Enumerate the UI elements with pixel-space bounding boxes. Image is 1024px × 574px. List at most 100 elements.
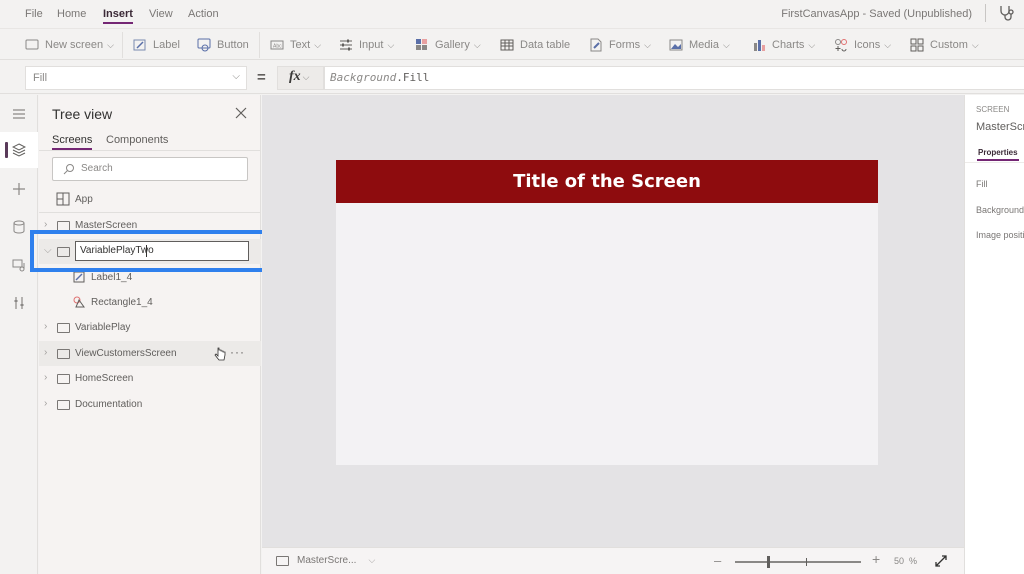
tree-item-label: Label1_4: [91, 272, 133, 283]
button-button[interactable]: Button: [197, 36, 249, 54]
menu-view[interactable]: View: [149, 8, 173, 20]
menu-action[interactable]: Action: [188, 8, 219, 20]
properties-panel: SCREEN MasterScreen Properties Fill Back…: [964, 95, 1024, 574]
media-dropdown[interactable]: Media ⌵: [669, 36, 730, 54]
chevron-down-icon: ⌵: [302, 72, 310, 82]
rename-screen-input[interactable]: VariablePlayTwo: [75, 241, 249, 261]
chevron-down-icon: ⌵: [387, 39, 395, 50]
property-background-image[interactable]: Background image: [976, 205, 1024, 215]
tree-item-control[interactable]: Label1_4: [39, 265, 261, 290]
icons-dropdown[interactable]: Icons ⌵: [834, 36, 891, 54]
tab-screens[interactable]: Screens: [52, 134, 93, 150]
more-options-icon[interactable]: ···: [230, 345, 245, 359]
zoom-level: 50 %: [894, 556, 917, 566]
label-button-label: Label: [153, 39, 180, 51]
property-dropdown[interactable]: Fill ⌵: [25, 66, 247, 90]
media-button[interactable]: [0, 247, 38, 283]
hamburger-menu-button[interactable]: [0, 96, 38, 132]
input-dropdown[interactable]: Input ⌵: [339, 36, 394, 54]
screen-icon: [57, 374, 70, 384]
menu-home[interactable]: Home: [57, 8, 86, 20]
input-dropdown-label: Input: [359, 39, 384, 51]
gallery-dropdown[interactable]: Gallery ⌵: [415, 36, 481, 54]
chevron-down-icon: ⌵: [368, 555, 376, 565]
label-icon: [133, 38, 147, 52]
screen-picker-value: MasterScre...: [297, 555, 357, 566]
advanced-tools-button[interactable]: [0, 285, 38, 321]
tree-item-app[interactable]: App: [39, 187, 261, 212]
media-rail-icon: [12, 259, 25, 272]
app-icon: [56, 192, 70, 206]
selected-type-label: SCREEN: [976, 105, 1010, 114]
label-button[interactable]: Label: [133, 36, 180, 54]
data-table-button[interactable]: Data table: [500, 36, 570, 54]
forms-icon: [589, 38, 603, 52]
fit-to-window-icon[interactable]: [934, 554, 948, 568]
left-rail: [0, 95, 38, 574]
chevron-right-icon[interactable]: ›: [44, 372, 54, 384]
zoom-slider[interactable]: [735, 556, 861, 568]
tree-item-screen[interactable]: › ViewCustomersScreen: [39, 341, 261, 366]
search-placeholder: Search: [81, 163, 113, 174]
icons-icon: [834, 38, 848, 52]
chevron-right-icon[interactable]: ›: [44, 219, 54, 231]
property-image-position[interactable]: Image position: [976, 230, 1024, 240]
screen-icon: [276, 555, 289, 566]
close-icon[interactable]: [233, 105, 249, 121]
tree-item-screen[interactable]: › VariablePlay: [39, 315, 261, 340]
menu-file[interactable]: File: [25, 8, 43, 20]
tree-view-button[interactable]: [0, 132, 38, 168]
insert-button[interactable]: [0, 171, 38, 207]
charts-dropdown[interactable]: Charts ⌵: [752, 36, 815, 54]
tree-item-screen[interactable]: › Documentation: [39, 392, 261, 417]
tree-item-control[interactable]: Rectangle1_4: [39, 290, 261, 315]
tab-components[interactable]: Components: [106, 134, 168, 146]
canvas-area: Title of the Screen: [262, 95, 964, 547]
charts-icon: [752, 38, 766, 52]
zoom-out-button[interactable]: –: [714, 553, 721, 568]
layers-icon: [12, 143, 26, 157]
screen-icon: [57, 400, 70, 410]
app-checker-stethoscope-icon[interactable]: [998, 4, 1018, 22]
data-table-label: Data table: [520, 39, 571, 51]
app-screen-preview[interactable]: Title of the Screen: [336, 160, 878, 465]
chevron-down-icon: ⌵: [644, 39, 651, 50]
screen-icon: [57, 247, 70, 257]
formula-input[interactable]: Background.Fill: [324, 66, 1024, 90]
chevron-right-icon[interactable]: ›: [44, 398, 54, 410]
fx-function-button[interactable]: fx ⌵: [277, 66, 324, 90]
chevron-down-icon[interactable]: ⌵: [44, 245, 54, 257]
tree-search-input[interactable]: Search: [52, 157, 248, 181]
label-control-icon: [73, 271, 85, 283]
data-button[interactable]: [0, 209, 38, 245]
new-screen-button[interactable]: New screen ⌵: [25, 36, 114, 54]
tree-item-label: HomeScreen: [75, 373, 134, 384]
zoom-slider-thumb[interactable]: [766, 556, 770, 568]
zoom-in-button[interactable]: +: [872, 551, 880, 567]
ribbon-separator: [122, 32, 123, 58]
property-fill[interactable]: Fill: [976, 179, 988, 189]
canvas-status-bar: MasterScre... ⌵ – + 50 %: [262, 547, 964, 574]
zoom-slider-default-tick: [805, 558, 807, 566]
tree-item-screen[interactable]: › MasterScreen: [39, 213, 261, 238]
plus-icon: [13, 183, 25, 195]
equals-sign: =: [257, 69, 266, 86]
chevron-down-icon: ⌵: [884, 39, 892, 50]
custom-dropdown[interactable]: Custom ⌵: [910, 36, 979, 54]
zoom-unit: %: [909, 556, 918, 566]
screen-icon: [57, 323, 70, 333]
forms-dropdown[interactable]: Forms ⌵: [589, 36, 651, 54]
screen-picker-dropdown[interactable]: MasterScre... ⌵: [276, 555, 375, 566]
menu-insert[interactable]: Insert: [103, 8, 133, 24]
zoom-value: 50: [894, 556, 905, 566]
chevron-right-icon[interactable]: ›: [44, 347, 54, 359]
text-dropdown[interactable]: Abc Text ⌵: [270, 36, 321, 54]
search-icon: [63, 163, 75, 175]
tree-item-label: Rectangle1_4: [91, 297, 153, 308]
screen-title-label: Title of the Screen: [513, 171, 701, 192]
chevron-right-icon[interactable]: ›: [44, 321, 54, 333]
tree-item-screen[interactable]: › HomeScreen: [39, 366, 261, 391]
property-dropdown-value: Fill: [33, 72, 48, 84]
screen-title-bar[interactable]: Title of the Screen: [336, 160, 878, 203]
tab-properties[interactable]: Properties: [977, 148, 1019, 161]
